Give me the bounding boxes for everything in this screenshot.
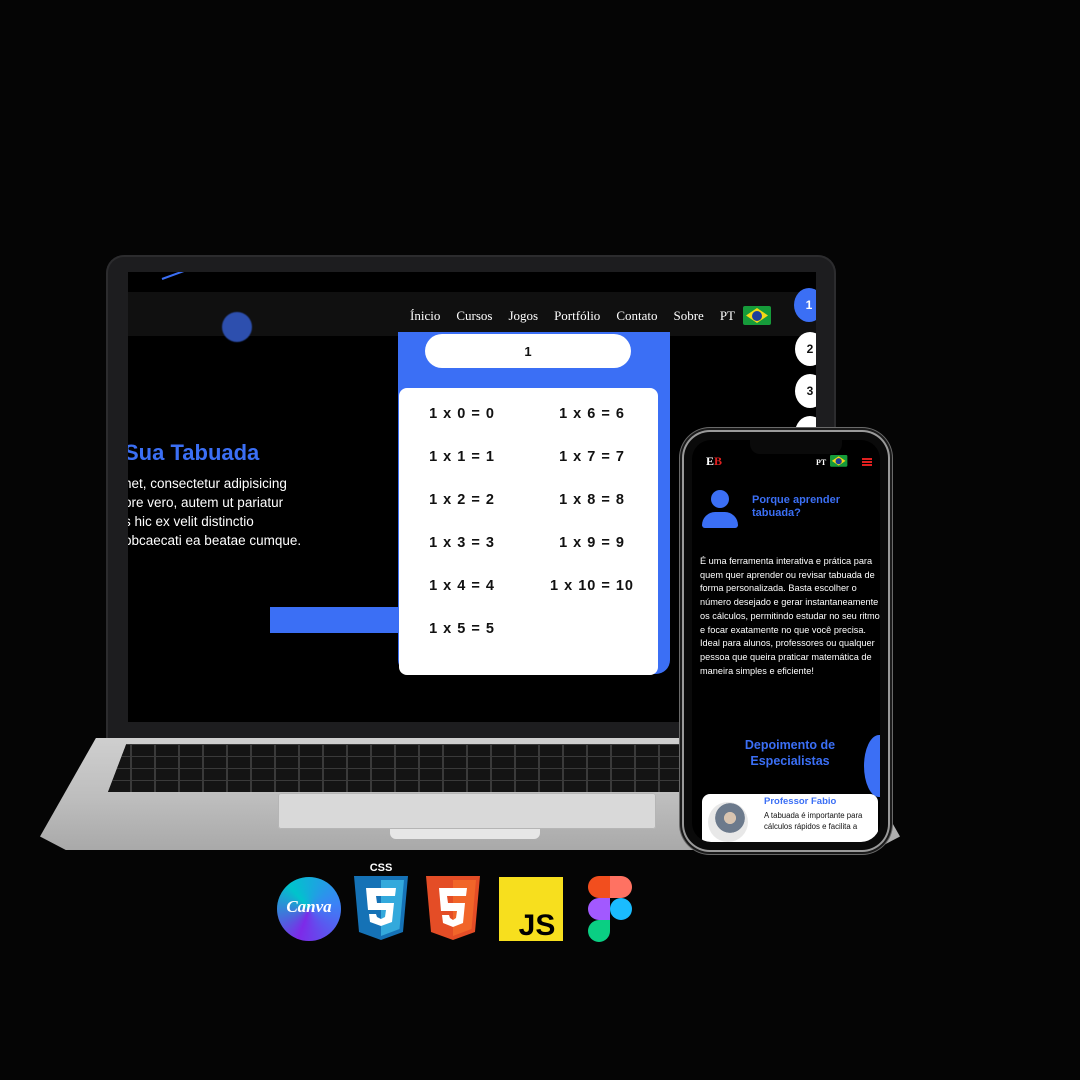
tabuada-row: 1 x 6 = 6	[559, 406, 625, 422]
language-label[interactable]: PT	[720, 308, 735, 324]
hero-cta-button[interactable]	[270, 607, 410, 633]
phone-notch	[750, 440, 842, 454]
number-selector-1[interactable]: 1	[794, 288, 816, 322]
phone-mockup: EB PT Porque aprender tabuada? É uma fer…	[684, 432, 888, 850]
logo-letter-b: B	[714, 454, 723, 468]
section-paragraph: É uma ferramenta interativa e prática pa…	[700, 556, 880, 676]
hero-text-line: obcaecati ea beatae cumque.	[128, 533, 302, 548]
decorative-arc	[864, 735, 880, 797]
nav-portfolio[interactable]: Portfólio	[554, 308, 600, 324]
nav-contato[interactable]: Contato	[616, 308, 657, 324]
avatar	[708, 802, 748, 842]
logo-letter-e: E	[706, 454, 715, 468]
brazil-flag-icon[interactable]	[830, 455, 848, 467]
hero-text-line: ore vero, autem ut pariatur	[128, 495, 284, 510]
hero-text-line: net, consectetur adipisicing	[128, 476, 287, 491]
laptop-hinge-notch	[390, 829, 540, 839]
hero-text-line: s hic ex velit distinctio	[128, 514, 254, 529]
tabuada-row: 1 x 1 = 1	[429, 449, 495, 465]
figma-icon	[588, 876, 632, 942]
tabuada-row: 1 x 2 = 2	[429, 492, 495, 508]
testimonial-author: Professor Fabio	[764, 796, 837, 807]
phone-screen: EB PT Porque aprender tabuada? É uma fer…	[692, 440, 880, 842]
html5-icon	[426, 876, 480, 940]
css3-icon: CSS	[354, 862, 408, 940]
nav-cursos[interactable]: Cursos	[456, 308, 492, 324]
tabuada-row: 1 x 4 = 4	[429, 578, 495, 594]
tabuada-row: 1 x 0 = 0	[429, 406, 495, 422]
nav-jogos[interactable]: Jogos	[508, 308, 538, 324]
tabuada-row: 1 x 8 = 8	[559, 492, 625, 508]
hamburger-menu-icon[interactable]	[862, 458, 872, 466]
number-selector-3[interactable]: 3	[795, 374, 816, 408]
main-nav: Ínicio Cursos Jogos Portfólio Contato So…	[410, 306, 771, 325]
canva-wordmark: Canva	[286, 897, 332, 916]
testimonials-title: Depoimento de Especialistas	[744, 738, 836, 768]
tabuada-row: 1 x 7 = 7	[559, 449, 625, 465]
logo-streak	[161, 272, 200, 280]
tabuada-results-card: 1 x 0 = 0 1 x 1 = 1 1 x 2 = 2 1 x 3 = 3 …	[399, 388, 658, 675]
laptop-keyboard	[108, 744, 718, 792]
javascript-icon: JS	[499, 877, 563, 941]
tabuada-row: 1 x 9 = 9	[559, 535, 625, 551]
section-heading: Porque aprender tabuada?	[752, 494, 841, 519]
tabuada-row: 1 x 3 = 3	[429, 535, 495, 551]
testimonial-card[interactable]: Professor Fabio A tabuada é importante p…	[702, 794, 878, 842]
phone-language-label[interactable]: PT	[816, 458, 826, 467]
laptop-trackpad	[278, 793, 656, 829]
number-selector-2[interactable]: 2	[795, 332, 816, 366]
user-icon	[702, 490, 738, 530]
tabuada-row: 1 x 10 = 10	[550, 578, 634, 594]
number-input[interactable]: 1	[425, 334, 631, 368]
brazil-flag-icon[interactable]	[743, 306, 771, 325]
site-logo[interactable]	[222, 312, 252, 342]
testimonial-text: A tabuada é importante para cálculos ráp…	[764, 811, 863, 831]
nav-inicio[interactable]: Ínicio	[410, 308, 440, 324]
js-label: JS	[519, 909, 556, 941]
nav-sobre[interactable]: Sobre	[673, 308, 703, 324]
hero-title: Sua Tabuada	[128, 440, 260, 465]
tabuada-row: 1 x 5 = 5	[429, 621, 495, 637]
canva-icon: Canva	[277, 877, 341, 941]
css-label: CSS	[370, 862, 393, 874]
phone-logo[interactable]: EB	[706, 454, 722, 469]
